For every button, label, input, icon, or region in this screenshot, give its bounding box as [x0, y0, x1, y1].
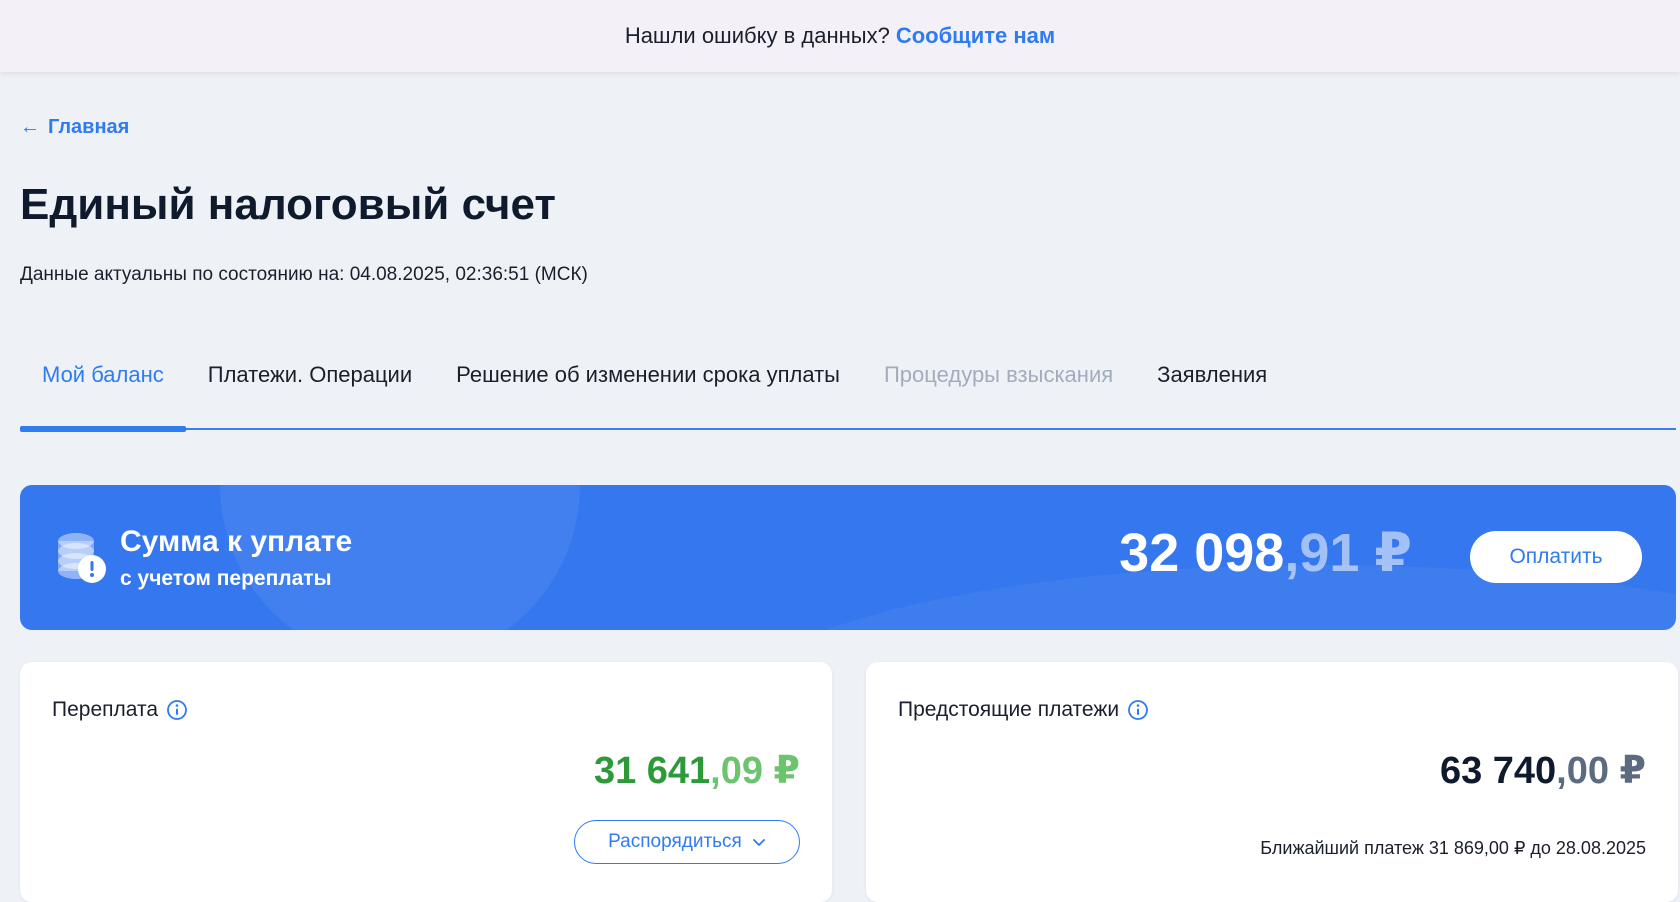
report-link[interactable]: Сообщите нам	[896, 23, 1055, 49]
coins-alert-icon	[58, 533, 106, 583]
upcoming-fraction: ,00 ₽	[1556, 750, 1646, 792]
info-icon[interactable]	[166, 699, 188, 721]
page-title: Единый налоговый счет	[20, 180, 556, 229]
breadcrumb-home[interactable]: ← Главная	[20, 116, 129, 139]
overpayment-fraction: ,09 ₽	[710, 750, 800, 792]
overpayment-card: Переплата 31 641,09 ₽ Распорядиться	[20, 662, 832, 902]
breadcrumb-label: Главная	[48, 116, 130, 138]
upcoming-title-row: Предстоящие платежи	[898, 698, 1149, 722]
info-icon[interactable]	[1127, 699, 1149, 721]
amount-due-value: 32 098,91 ₽	[1119, 521, 1412, 584]
error-report-banner: Нашли ошибку в данных? Сообщите нам	[0, 0, 1680, 72]
amount-due-card: Сумма к уплате с учетом переплаты 32 098…	[20, 485, 1676, 630]
amount-due-subtitle: с учетом переплаты	[120, 567, 332, 590]
upcoming-integer: 63 740	[1439, 750, 1557, 792]
arrow-left-icon: ←	[20, 116, 40, 138]
next-payment-info: Ближайший платеж 31 869,00 ₽ до 28.08.20…	[1260, 838, 1646, 858]
upcoming-title: Предстоящие платежи	[898, 698, 1120, 721]
overpayment-title-row: Переплата	[52, 698, 188, 722]
data-timestamp: Данные актуальны по состоянию на: 04.08.…	[20, 264, 588, 285]
overpayment-title: Переплата	[52, 698, 159, 721]
manage-dropdown-button[interactable]: Распорядиться	[574, 820, 800, 864]
upcoming-payments-card: Предстоящие платежи 63 740,00 ₽ Ближайши…	[866, 662, 1678, 902]
tab-my-balance[interactable]: Мой баланс	[20, 340, 186, 432]
chevron-down-icon	[752, 839, 765, 846]
tab-applications[interactable]: Заявления	[1135, 340, 1289, 430]
amount-due-integer: 32 098	[1119, 523, 1285, 583]
banner-text: Нашли ошибку в данных?	[624, 23, 890, 48]
overpayment-amount: 31 641,09 ₽	[594, 748, 800, 793]
tab-payment-deadline-decision[interactable]: Решение об изменении срока уплаты	[434, 340, 862, 430]
manage-label: Распорядиться	[608, 831, 742, 852]
tab-payments-operations[interactable]: Платежи. Операции	[186, 340, 434, 430]
upcoming-amount: 63 740,00 ₽	[1440, 748, 1646, 793]
amount-due-title: Сумма к уплате	[120, 525, 353, 558]
overpayment-integer: 31 641	[593, 750, 711, 792]
amount-due-fraction: ,91 ₽	[1284, 523, 1412, 583]
tab-bar: Мой баланс Платежи. Операции Решение об …	[20, 340, 1676, 432]
tab-collection-procedures: Процедуры взыскания	[883, 362, 1114, 387]
pay-button[interactable]: Оплатить	[1470, 531, 1642, 583]
